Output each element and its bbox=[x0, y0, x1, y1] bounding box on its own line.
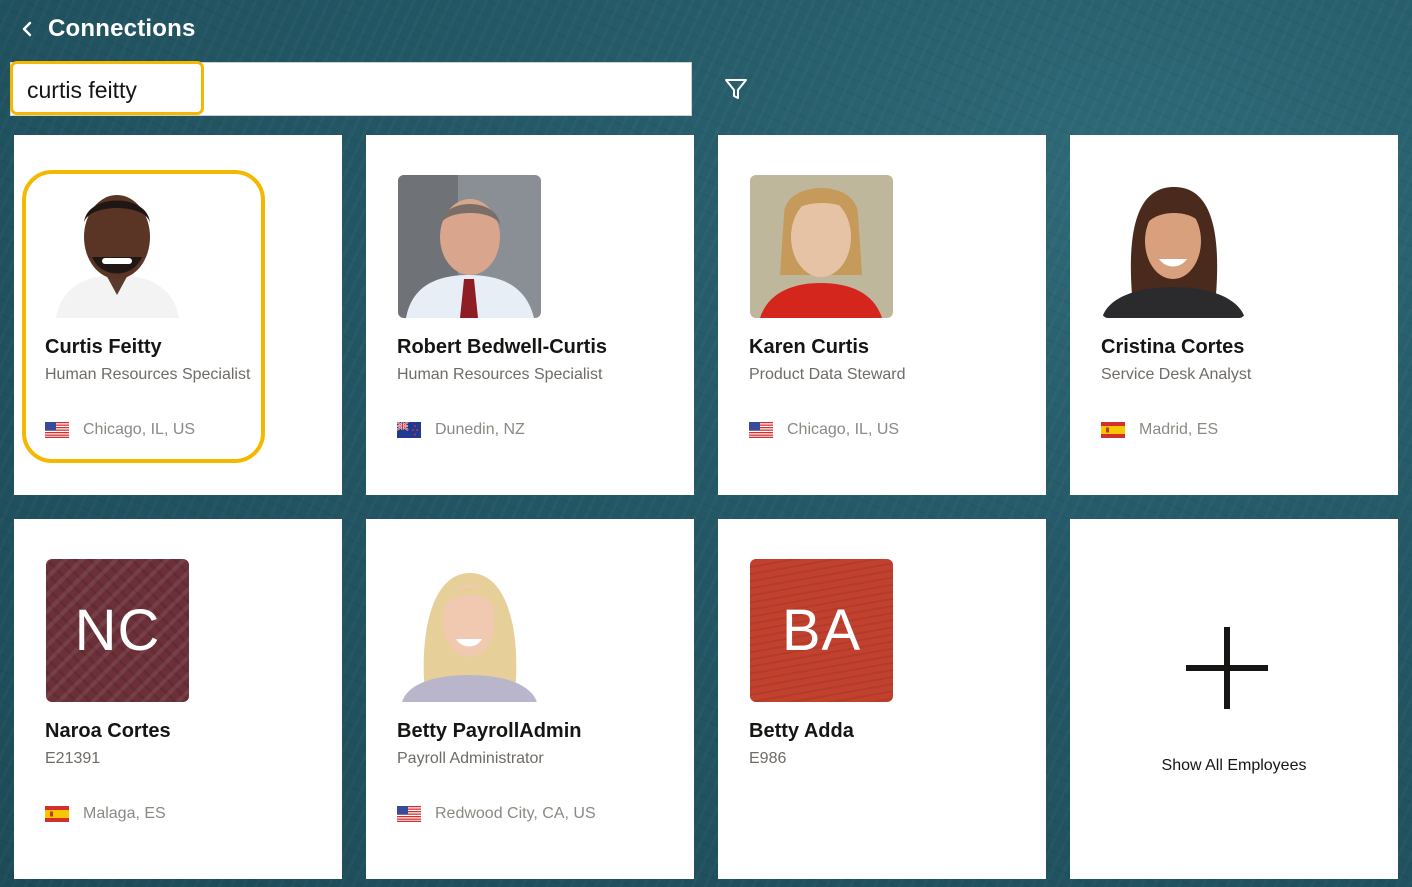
es-flag-icon bbox=[45, 806, 69, 822]
person-card-robert-bedwell-curtis[interactable]: Robert Bedwell-Curtis Human Resources Sp… bbox=[366, 135, 694, 495]
person-location: Chicago, IL, US bbox=[45, 421, 195, 439]
person-location: Madrid, ES bbox=[1101, 421, 1218, 439]
location-text: Chicago, IL, US bbox=[787, 421, 900, 438]
avatar bbox=[398, 175, 541, 318]
person-name[interactable]: Cristina Cortes bbox=[1101, 336, 1244, 359]
search-box[interactable] bbox=[10, 62, 692, 116]
page-header: Connections bbox=[18, 12, 196, 46]
person-name[interactable]: Robert Bedwell-Curtis bbox=[397, 336, 607, 359]
show-all-employees-label[interactable]: Show All Employees bbox=[1070, 757, 1398, 775]
person-role: Product Data Steward bbox=[749, 366, 906, 383]
location-text: Madrid, ES bbox=[1139, 421, 1219, 438]
page-title: Connections bbox=[48, 15, 196, 42]
avatar bbox=[398, 559, 541, 702]
person-card-cristina-cortes[interactable]: Cristina Cortes Service Desk Analyst Mad… bbox=[1070, 135, 1398, 495]
avatar-initials: BA bbox=[781, 598, 862, 663]
person-card-naroa-cortes[interactable]: NC Naroa Cortes E21391 Malaga, ES bbox=[14, 519, 342, 879]
location-text: Chicago, IL, US bbox=[83, 421, 196, 438]
us-flag-icon bbox=[749, 422, 773, 438]
person-location: Chicago, IL, US bbox=[749, 421, 899, 439]
chevron-left-icon[interactable] bbox=[18, 20, 36, 38]
person-card-karen-curtis[interactable]: Karen Curtis Product Data Steward Chicag… bbox=[718, 135, 1046, 495]
avatar: NC bbox=[46, 559, 189, 702]
us-flag-icon bbox=[397, 806, 421, 822]
person-name[interactable]: Naroa Cortes bbox=[45, 720, 171, 743]
person-card-curtis-feitty[interactable]: Curtis Feitty Human Resources Specialist… bbox=[14, 135, 342, 495]
us-flag-icon bbox=[45, 422, 69, 438]
person-name[interactable]: Karen Curtis bbox=[749, 336, 869, 359]
initials-avatar: BA bbox=[750, 559, 893, 702]
initials-avatar: NC bbox=[46, 559, 189, 702]
avatar bbox=[46, 175, 189, 318]
show-all-employees-card[interactable]: Show All Employees bbox=[1070, 519, 1398, 879]
location-text: Malaga, ES bbox=[83, 805, 166, 822]
filter-icon[interactable] bbox=[722, 75, 750, 103]
search-input[interactable] bbox=[25, 71, 669, 109]
person-location: Redwood City, CA, US bbox=[397, 805, 596, 823]
person-id: E986 bbox=[749, 750, 787, 767]
person-role: Human Resources Specialist bbox=[45, 366, 251, 383]
person-card-betty-adda[interactable]: BA Betty Adda E986 bbox=[718, 519, 1046, 879]
person-name[interactable]: Curtis Feitty bbox=[45, 336, 162, 359]
location-text: Dunedin, NZ bbox=[435, 421, 525, 438]
plus-icon bbox=[1186, 627, 1268, 709]
es-flag-icon bbox=[1101, 422, 1125, 438]
person-role: Service Desk Analyst bbox=[1101, 366, 1252, 383]
person-role: Human Resources Specialist bbox=[397, 366, 603, 383]
avatar bbox=[1102, 175, 1245, 318]
person-name[interactable]: Betty PayrollAdmin bbox=[397, 720, 581, 743]
person-location: Dunedin, NZ bbox=[397, 421, 525, 439]
person-card-betty-payrolladmin[interactable]: Betty PayrollAdmin Payroll Administrator… bbox=[366, 519, 694, 879]
person-location: Malaga, ES bbox=[45, 805, 166, 823]
nz-flag-icon bbox=[397, 422, 421, 438]
avatar: BA bbox=[750, 559, 893, 702]
person-name[interactable]: Betty Adda bbox=[749, 720, 854, 743]
avatar-initials: NC bbox=[74, 598, 161, 663]
person-id: E21391 bbox=[45, 750, 101, 767]
person-role: Payroll Administrator bbox=[397, 750, 544, 767]
avatar bbox=[750, 175, 893, 318]
location-text: Redwood City, CA, US bbox=[435, 805, 596, 822]
